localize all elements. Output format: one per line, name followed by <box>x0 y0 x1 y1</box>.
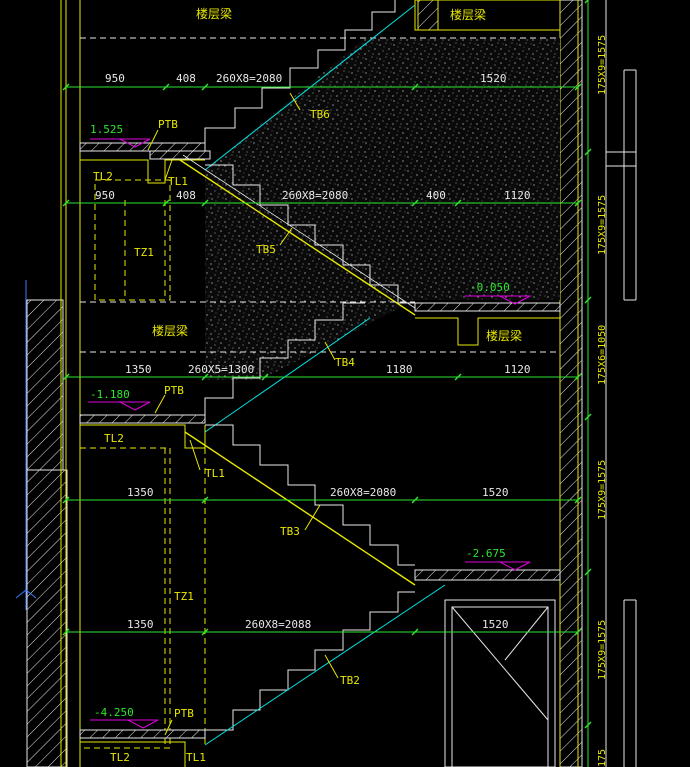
dim-r5-c: 1520 <box>482 618 509 631</box>
dim-r3-c: 1180 <box>386 363 413 376</box>
label-tl1-2: TL1 <box>205 467 225 480</box>
label-tz1-1: TZ1 <box>134 246 154 259</box>
dim-r3-b: 260X5=1300 <box>188 363 254 376</box>
elev-0050: -0.050 <box>470 281 510 294</box>
vdim-4: 175X9=1575 <box>597 460 608 520</box>
dim-r4-c: 1520 <box>482 486 509 499</box>
beam-label-top-right: 楼层梁 <box>450 7 486 22</box>
left-walls <box>15 0 81 767</box>
label-tl1-3: TL1 <box>186 751 206 764</box>
label-ptb-3: PTB <box>174 707 194 720</box>
dim-r1-b: 408 <box>176 72 196 85</box>
dim-r2-e: 1120 <box>504 189 531 202</box>
beam-label-mid-left: 楼层梁 <box>152 323 188 338</box>
cad-viewport[interactable]: 楼层梁 楼层梁 楼层梁 楼层梁 950 408 260X8=2080 1520 … <box>0 0 690 767</box>
vdim-3: 175X6=1050 <box>597 325 608 385</box>
label-ptb-1: PTB <box>158 118 178 131</box>
floor-beam-top <box>80 0 561 39</box>
vdim-6: 175 <box>597 749 608 767</box>
label-tl2-1: TL2 <box>93 170 113 183</box>
dim-r1-c: 260X8=2080 <box>216 72 282 85</box>
label-tb5: TB5 <box>256 243 276 256</box>
vdim-2: 175X9=1575 <box>597 195 608 255</box>
label-tz1-2: TZ1 <box>174 590 194 603</box>
elev-m4250: -4.250 <box>94 706 134 719</box>
elev-1525: 1.525 <box>90 123 123 136</box>
landing-m1180 <box>79 414 206 449</box>
vdim-5: 175X9=1575 <box>597 620 608 680</box>
label-tb2: TB2 <box>340 674 360 687</box>
dim-r1-d: 1520 <box>480 72 507 85</box>
dim-r3-d: 1120 <box>504 363 531 376</box>
dim-r3-a: 1350 <box>125 363 152 376</box>
dim-r4-a: 1350 <box>127 486 154 499</box>
label-tb4: TB4 <box>335 356 355 369</box>
label-tl2-2: TL2 <box>104 432 124 445</box>
dim-r5-b: 260X8=2088 <box>245 618 311 631</box>
stair-section-drawing: 楼层梁 楼层梁 楼层梁 楼层梁 950 408 260X8=2080 1520 … <box>15 0 637 767</box>
dim-r1-a: 950 <box>105 72 125 85</box>
beam-label-mid-right: 楼层梁 <box>486 328 522 343</box>
label-tb6: TB6 <box>310 108 330 121</box>
label-tl1-1: TL1 <box>168 175 188 188</box>
dim-r4-b: 260X8=2080 <box>330 486 396 499</box>
dim-r2-d: 400 <box>426 189 446 202</box>
vdim-1: 175X9=1575 <box>597 35 608 95</box>
dim-r2-a: 950 <box>95 189 115 202</box>
dim-r2-b: 408 <box>176 189 196 202</box>
dim-r5-a: 1350 <box>127 618 154 631</box>
stair-tb2 <box>205 591 415 731</box>
label-tb3: TB3 <box>280 525 300 538</box>
label-tl2-3: TL2 <box>110 751 130 764</box>
label-ptb-2: PTB <box>164 384 184 397</box>
elev-m1180: -1.180 <box>90 388 130 401</box>
elev-m2675: -2.675 <box>466 547 506 560</box>
landing-m2675 <box>414 569 561 767</box>
dim-r2-c: 260X8=2080 <box>282 189 348 202</box>
beam-label-top-left: 楼层梁 <box>196 6 232 21</box>
